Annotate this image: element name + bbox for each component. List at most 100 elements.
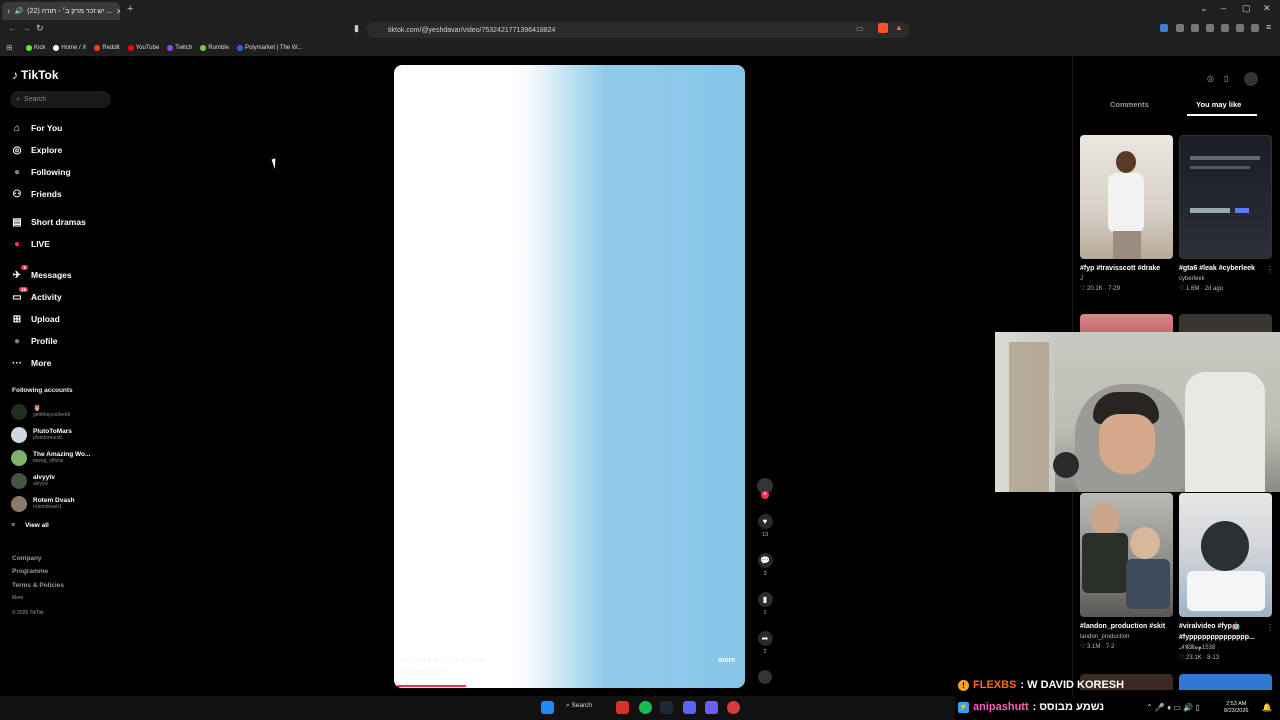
share-arrow-icon[interactable]: ➦ — [757, 631, 773, 646]
sidebar-item-profile[interactable]: ● Profile — [11, 333, 131, 349]
footer-terms[interactable]: Terms & Policies — [12, 582, 64, 589]
save-count: 1 — [763, 610, 767, 616]
bookmark-item[interactable]: Kick — [26, 45, 45, 51]
video-player[interactable] — [394, 65, 745, 688]
footer-more[interactable]: More — [12, 595, 23, 601]
spotify-icon[interactable] — [639, 701, 652, 714]
device-icon[interactable]: ▯ — [1224, 74, 1228, 83]
taskbar-search[interactable]: ⌕ Search — [566, 702, 592, 710]
tab-comments[interactable]: Comments — [1110, 100, 1149, 109]
extension-icon[interactable] — [1206, 24, 1214, 32]
audio-icon[interactable]: 🔊 — [15, 7, 24, 15]
extension-icon[interactable] — [1221, 24, 1229, 32]
reload-icon[interactable]: ↻ — [36, 23, 44, 34]
window-close-icon[interactable]: ✕ — [1263, 3, 1271, 14]
notification-bell-icon[interactable]: 🔔 — [1262, 703, 1272, 712]
sidebar-item-activity[interactable]: ▭ 15 Activity — [11, 287, 131, 305]
maximize-icon[interactable]: ▢ — [1242, 3, 1251, 14]
cast-icon[interactable]: ▭ — [856, 24, 864, 33]
sidebar-item-friends[interactable]: ⚇ Friends — [11, 186, 131, 202]
extension-icon[interactable] — [1236, 24, 1244, 32]
new-tab-button[interactable]: + — [127, 3, 133, 15]
video-thumbnail[interactable] — [1179, 135, 1272, 259]
bookmark-item[interactable]: Polymarket | The W... — [236, 45, 302, 51]
view-all-button[interactable]: ≡ View all — [11, 522, 49, 529]
following-account[interactable]: alvyytv alvyytv — [11, 472, 121, 490]
footer-company[interactable]: Company — [12, 555, 42, 562]
menu-icon[interactable]: ≡ — [1266, 22, 1271, 32]
video-card-info[interactable]: #landon_production #skit landon_producti… — [1080, 621, 1172, 652]
follow-plus-icon[interactable]: + — [761, 491, 769, 499]
app-icon[interactable] — [705, 701, 718, 714]
apps-grid-icon[interactable]: ⊞ — [6, 43, 13, 52]
bookmark-item[interactable]: Twitch — [167, 45, 192, 51]
brave-browser-icon[interactable] — [616, 701, 629, 714]
tiktok-logo[interactable]: ♪ TikTok — [12, 68, 59, 82]
obs-icon[interactable] — [727, 701, 740, 714]
bookmark-item[interactable]: Rumble — [200, 45, 229, 51]
save-action[interactable]: ▮ 1 — [757, 592, 773, 616]
sidebar-item-live[interactable]: ● LIVE — [11, 236, 131, 252]
steam-icon[interactable] — [660, 701, 673, 714]
close-tab-icon[interactable]: ✕ — [116, 7, 120, 16]
discord-icon[interactable] — [683, 701, 696, 714]
bookmark-favicon-icon — [200, 45, 207, 51]
bookmark-icon[interactable]: ▮ — [354, 23, 359, 34]
more-options-icon[interactable]: ⋮ — [1266, 623, 1274, 632]
video-thumbnail[interactable] — [1179, 674, 1272, 690]
comment-icon[interactable]: 💬 — [757, 553, 773, 568]
video-card-info[interactable]: #gta6 #leak #cyberleek cyberleek ♡ 1.6M … — [1179, 263, 1271, 294]
footer-programme[interactable]: Programme — [12, 568, 48, 575]
like-action[interactable]: ♥ 13 — [757, 514, 773, 538]
autoplay-icon[interactable]: ◎ — [1207, 74, 1214, 83]
search-input[interactable]: ⌕ Search — [10, 91, 111, 108]
comment-action[interactable]: 💬 3 — [757, 553, 773, 577]
minimize-icon[interactable]: – — [1221, 3, 1226, 13]
share-action[interactable]: ➦ 2 — [757, 631, 773, 655]
bookmark-item[interactable]: Home / X — [53, 45, 86, 51]
sidebar-item-more[interactable]: ··· More — [11, 355, 131, 371]
following-account[interactable]: 🦉 getittheyoullveittt — [11, 403, 121, 421]
bookmark-favicon-icon — [94, 45, 101, 51]
bookmark-item[interactable]: Reddit — [94, 45, 120, 51]
extension-icon[interactable] — [1160, 24, 1168, 32]
video-thumbnail[interactable] — [1179, 493, 1272, 617]
chevron-down-icon[interactable]: ⌄ — [1200, 3, 1208, 14]
sidebar-item-short-dramas[interactable]: ▤ Short dramas — [11, 214, 131, 230]
following-account[interactable]: Rotem Dvash rotemdvash1 — [11, 495, 121, 513]
music-disc-icon[interactable] — [758, 670, 772, 684]
taskbar-clock[interactable]: 2:53 AM 8/23/2026 — [1224, 701, 1248, 715]
sidebar-item-upload[interactable]: ⊞ Upload — [11, 311, 131, 327]
back-icon[interactable]: ← — [8, 23, 17, 33]
brave-shield-icon[interactable] — [878, 23, 888, 33]
video-card-info[interactable]: #viralvideo #fyp🤖 #fypppppppppppppp... 𝓝… — [1179, 621, 1271, 663]
sidebar-item-messages[interactable]: ✈ 2 Messages — [11, 265, 131, 283]
caption-more-link[interactable]: more — [718, 657, 735, 664]
following-account[interactable]: PlutoToMars plutotomars8 — [11, 426, 121, 444]
system-tray[interactable]: ⌃ 🎤 ♦ ▭ 🔊 ▯ — [1146, 703, 1200, 712]
sidebar-item-for-you[interactable]: ⌂ For You — [11, 120, 131, 136]
video-thumbnail[interactable] — [1080, 493, 1173, 617]
forward-icon[interactable]: → — [22, 23, 31, 33]
video-thumbnail[interactable] — [1179, 314, 1272, 332]
more-options-icon[interactable]: ⋮ — [1266, 265, 1274, 274]
heart-icon[interactable]: ♥ — [757, 514, 773, 529]
sidebar-item-following[interactable]: ● Following — [11, 164, 131, 180]
extension-icon[interactable] — [1176, 24, 1184, 32]
video-thumbnail[interactable] — [1080, 135, 1173, 259]
browser-tab[interactable]: ♪ 🔊 יש זכר מרק ב׳ - תורה (22) ... ✕ — [2, 2, 120, 20]
url-field[interactable]: tiktok.com/@yeshdavar/video/753242177139… — [366, 22, 910, 38]
windows-start-icon[interactable] — [541, 701, 554, 714]
extension-icon[interactable] — [1191, 24, 1199, 32]
bookmark-item[interactable]: YouTube — [127, 45, 159, 51]
tab-you-may-like[interactable]: You may like — [1196, 100, 1241, 109]
video-card-info[interactable]: #fyp #travisscott #drake J ♡ 20.1K · 7-2… — [1080, 263, 1172, 294]
wallet-icon[interactable] — [1251, 24, 1259, 32]
sidebar-item-explore[interactable]: ◎ Explore — [11, 142, 131, 158]
video-progress-bar[interactable] — [397, 685, 466, 687]
video-thumbnail[interactable] — [1080, 314, 1173, 332]
following-account[interactable]: The Amazing Wo... tawog_official — [11, 449, 121, 467]
brave-rewards-icon[interactable]: ▲ — [895, 23, 903, 32]
bookmark-icon[interactable]: ▮ — [757, 592, 773, 607]
user-avatar[interactable] — [1244, 72, 1258, 86]
